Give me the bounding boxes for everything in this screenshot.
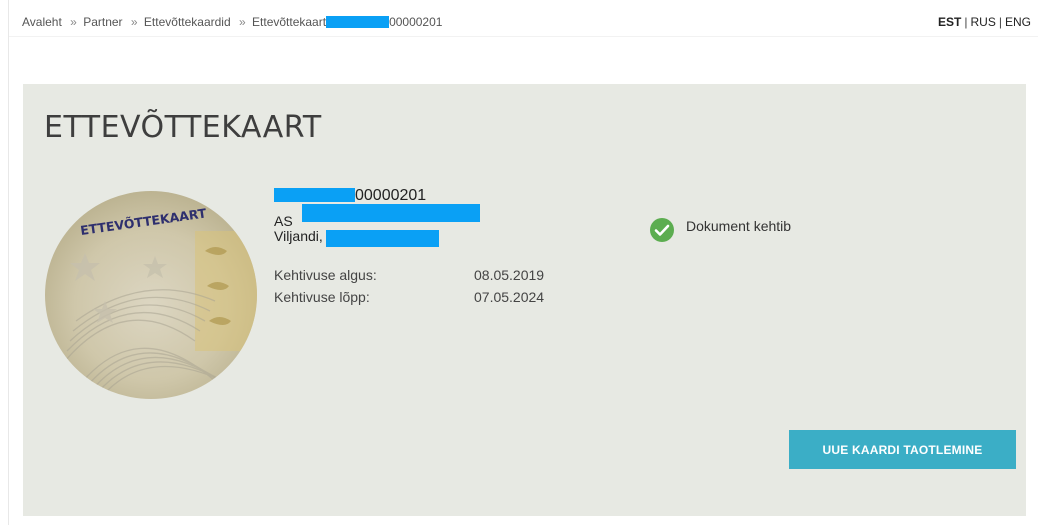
lang-eng[interactable]: ENG — [1005, 15, 1031, 29]
breadcrumb-separator: » — [130, 15, 138, 29]
valid-to-row: Kehtivuse lõpp: 07.05.2024 — [274, 289, 574, 311]
breadcrumb-separator: » — [70, 15, 77, 29]
new-card-application-button[interactable]: UUE KAARDI TAOTLEMINE — [789, 430, 1016, 469]
check-circle-icon — [650, 218, 674, 242]
breadcrumb-separator: » — [238, 15, 246, 29]
breadcrumb-home[interactable]: Avaleht — [22, 15, 62, 29]
top-bar: Avaleht » Partner » Ettevõttekaardid » E… — [9, 10, 1038, 37]
breadcrumb-company-cards[interactable]: Ettevõttekaardid — [144, 15, 231, 29]
card-info: 00000201 AS Viljandi, — [274, 187, 480, 247]
redaction-mask — [301, 204, 480, 222]
lang-est[interactable]: EST — [938, 15, 961, 29]
breadcrumb-partner[interactable]: Partner — [83, 15, 122, 29]
page-title: ETTEVÕTTEKAART — [44, 110, 322, 145]
card-panel: ETTEVÕTTEKAART ETTEVÕTTEKAART 00000201 A… — [23, 84, 1026, 516]
lang-rus[interactable]: RUS — [971, 15, 996, 29]
valid-to-label: Kehtivuse lõpp: — [274, 289, 370, 305]
language-switcher: EST | RUS | ENG — [938, 15, 1031, 29]
breadcrumb: Avaleht » Partner » Ettevõttekaardid » E… — [22, 15, 442, 29]
valid-from-row: Kehtivuse algus: 08.05.2019 — [274, 267, 574, 289]
valid-from-value: 08.05.2019 — [474, 267, 545, 283]
page-frame: Avaleht » Partner » Ettevõttekaardid » E… — [8, 0, 1038, 525]
valid-to-value: 07.05.2024 — [474, 289, 545, 305]
redaction-mask — [325, 230, 439, 247]
redaction-mask — [274, 188, 355, 202]
valid-from-label: Kehtivuse algus: — [274, 267, 377, 283]
document-number: 00000201 — [274, 187, 480, 204]
validity-dates: Kehtivuse algus: 08.05.2019 Kehtivuse lõ… — [274, 267, 574, 311]
card-image: ETTEVÕTTEKAART — [45, 191, 257, 399]
company-name: AS — [274, 204, 480, 229]
redaction-mask — [326, 16, 390, 28]
company-address: Viljandi, — [274, 229, 480, 247]
status-text: Dokument kehtib — [686, 218, 792, 234]
breadcrumb-current: Ettevõttekaart 00000201 — [252, 15, 443, 29]
